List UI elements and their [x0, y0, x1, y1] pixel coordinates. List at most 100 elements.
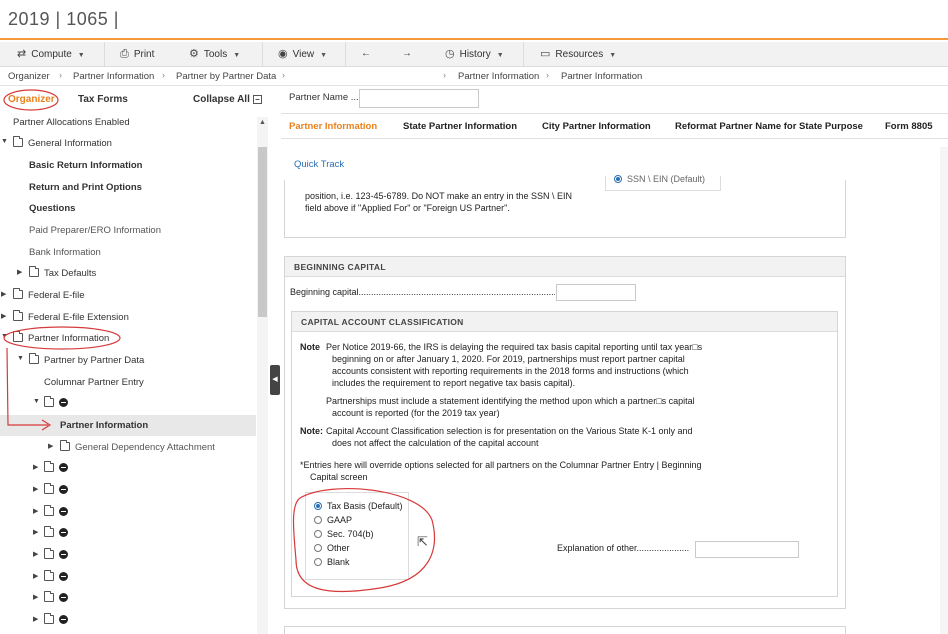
tree-item[interactable]: Columnar Partner Entry — [0, 372, 256, 393]
tree-item-general-dependency[interactable]: ▶ General Dependency Attachment — [0, 437, 256, 458]
caret-down-icon: ▼ — [77, 52, 85, 59]
ssn-note-line: position, i.e. 123-45-6789. Do NOT make … — [305, 191, 572, 201]
option-label: Sec. 704(b) — [327, 529, 374, 539]
beginning-capital-input[interactable] — [556, 284, 636, 301]
breadcrumb-item[interactable]: Partner by Partner Data — [176, 71, 276, 82]
ssn-note-line: field above if "Applied For" or "Foreign… — [305, 203, 510, 213]
tree-item-partner-node[interactable]: ▶ — [0, 610, 256, 631]
tree-item[interactable]: Questions — [0, 198, 256, 219]
tree-item[interactable]: Basic Return Information — [0, 155, 256, 176]
expand-arrow-icon[interactable]: ▶ — [33, 593, 38, 601]
expand-arrow-icon[interactable]: ▶ — [33, 615, 38, 623]
ssn-option[interactable]: SSN \ EIN (Default) — [614, 174, 705, 184]
expand-arrow-icon[interactable]: ▶ — [17, 268, 22, 276]
tree-item-partner-node[interactable]: ▶ — [0, 458, 256, 479]
radio-selected[interactable] — [614, 174, 622, 183]
tree-item-tax-defaults[interactable]: ▶ Tax Defaults — [0, 263, 256, 284]
tab-reformat-partner-name[interactable]: Reformat Partner Name for State Purpose — [675, 121, 863, 132]
tree-item-partner-node[interactable]: ▶ — [0, 502, 256, 523]
folder-icon — [44, 613, 54, 624]
expand-arrow-icon[interactable]: ▶ — [48, 442, 53, 450]
note-line: includes the requirement to report negat… — [332, 378, 576, 388]
view-button[interactable]: ◉ View ▼ — [278, 42, 327, 67]
tree-item-label: Return and Print Options — [29, 182, 142, 193]
sidebar-scroll-thumb[interactable] — [258, 147, 267, 317]
note-line: accounts consistent with reporting requi… — [332, 366, 689, 376]
expand-arrow-icon[interactable]: ▶ — [33, 528, 38, 536]
tools-button[interactable]: ⚙ Tools ▼ — [189, 42, 240, 67]
tab-tax-forms[interactable]: Tax Forms — [78, 94, 128, 105]
note2-label: Note: — [300, 426, 323, 436]
tree-item[interactable]: Paid Preparer/ERO Information — [0, 220, 256, 241]
collapse-icon: − — [252, 94, 262, 104]
expand-arrow-icon[interactable]: ▶ — [33, 550, 38, 558]
option-sec-704b[interactable]: Sec. 704(b) — [314, 529, 374, 539]
resources-button[interactable]: ▭ Resources ▼ — [540, 42, 616, 67]
expand-arrow-icon[interactable]: ▼ — [1, 333, 8, 340]
radio-button[interactable] — [314, 501, 322, 510]
option-tax-basis[interactable]: Tax Basis (Default) — [314, 501, 403, 511]
breadcrumb: Organizer › Partner Information › Partne… — [0, 67, 948, 86]
expand-arrow-icon[interactable]: ▶ — [33, 572, 38, 580]
briefcase-icon: ▭ — [540, 48, 551, 60]
radio-button[interactable] — [314, 529, 322, 538]
tab-state-partner-information[interactable]: State Partner Information — [403, 121, 517, 132]
compute-button[interactable]: ⇄ Compute ▼ — [17, 42, 85, 67]
main-scrollbar[interactable] — [940, 147, 948, 634]
tree-item[interactable]: Partner Allocations Enabled — [0, 112, 256, 133]
tree-item-partner-node[interactable]: ▶ — [0, 545, 256, 566]
tab-city-partner-information[interactable]: City Partner Information — [542, 121, 651, 132]
radio-button[interactable] — [314, 543, 322, 552]
collapse-panel-handle[interactable]: ◀ — [270, 365, 280, 395]
arrow-left-icon: ← — [361, 48, 371, 59]
radio-button[interactable] — [314, 515, 322, 524]
tree-item-federal-efile-extension[interactable]: ▶ Federal E-file Extension — [0, 307, 256, 328]
tree-item-label: Partner Information — [60, 420, 149, 431]
expand-arrow-icon[interactable]: ▼ — [17, 355, 24, 362]
expand-arrow-icon[interactable]: ▼ — [1, 138, 8, 145]
tree-item-partner-by-partner-data[interactable]: ▼ Partner by Partner Data — [0, 350, 256, 371]
tree-item-partner-node[interactable]: ▶ — [0, 588, 256, 609]
tree-item-general-information[interactable]: ▼ General Information — [0, 133, 256, 154]
expand-arrow-icon[interactable]: ▶ — [1, 290, 6, 298]
tab-partner-information[interactable]: Partner Information — [289, 121, 377, 132]
expand-arrow-icon[interactable]: ▶ — [33, 507, 38, 515]
expand-arrow-icon[interactable]: ▶ — [1, 312, 6, 320]
expand-arrow-icon[interactable]: ▶ — [33, 463, 38, 471]
tree-item[interactable]: Return and Print Options — [0, 177, 256, 198]
scroll-up-icon[interactable]: ▲ — [259, 119, 266, 126]
option-other[interactable]: Other — [314, 543, 350, 553]
tree-item-partner-node[interactable]: ▶ — [0, 523, 256, 544]
folder-icon — [44, 526, 54, 537]
breadcrumb-item[interactable]: Partner Information — [458, 71, 539, 82]
radio-button[interactable] — [314, 557, 322, 566]
tree-item-partner-node[interactable]: ▶ — [0, 567, 256, 588]
option-blank[interactable]: Blank — [314, 557, 350, 567]
tree-item-partner-information-selected[interactable]: Partner Information — [0, 415, 256, 436]
folder-icon — [60, 440, 70, 451]
folder-icon — [44, 461, 54, 472]
print-button[interactable]: ⎙ Print — [120, 42, 154, 67]
tree-item-partner-information[interactable]: ▼ Partner Information — [0, 328, 256, 349]
expand-arrow-icon[interactable]: ▶ — [33, 485, 38, 493]
swap-arrows-icon: ⇄ — [17, 48, 27, 60]
expand-arrow-icon[interactable]: ▼ — [33, 398, 40, 405]
explanation-of-other-input[interactable] — [695, 541, 799, 558]
collapse-all-button[interactable]: Collapse All − — [193, 94, 262, 105]
breadcrumb-item[interactable]: Organizer — [8, 71, 50, 82]
breadcrumb-item[interactable]: Partner Information — [73, 71, 154, 82]
history-button[interactable]: ◷ History ▼ — [445, 42, 504, 67]
tree-item[interactable]: Bank Information — [0, 242, 256, 263]
quick-track-link[interactable]: Quick Track — [294, 159, 344, 170]
section-title: BEGINNING CAPITAL — [285, 257, 845, 277]
tree-item-partner-node[interactable]: ▶ — [0, 480, 256, 501]
tab-form-8805[interactable]: Form 8805 — [885, 121, 933, 132]
back-button[interactable]: ← — [361, 42, 371, 67]
option-label: Other — [327, 543, 350, 553]
tree-item-partner-group[interactable]: ▼ — [0, 393, 256, 414]
tree-item-federal-efile[interactable]: ▶ Federal E-file — [0, 285, 256, 306]
forward-button[interactable]: → — [402, 42, 412, 67]
partner-name-field[interactable] — [359, 89, 479, 108]
tab-organizer[interactable]: Organizer — [8, 94, 55, 105]
option-gaap[interactable]: GAAP — [314, 515, 352, 525]
